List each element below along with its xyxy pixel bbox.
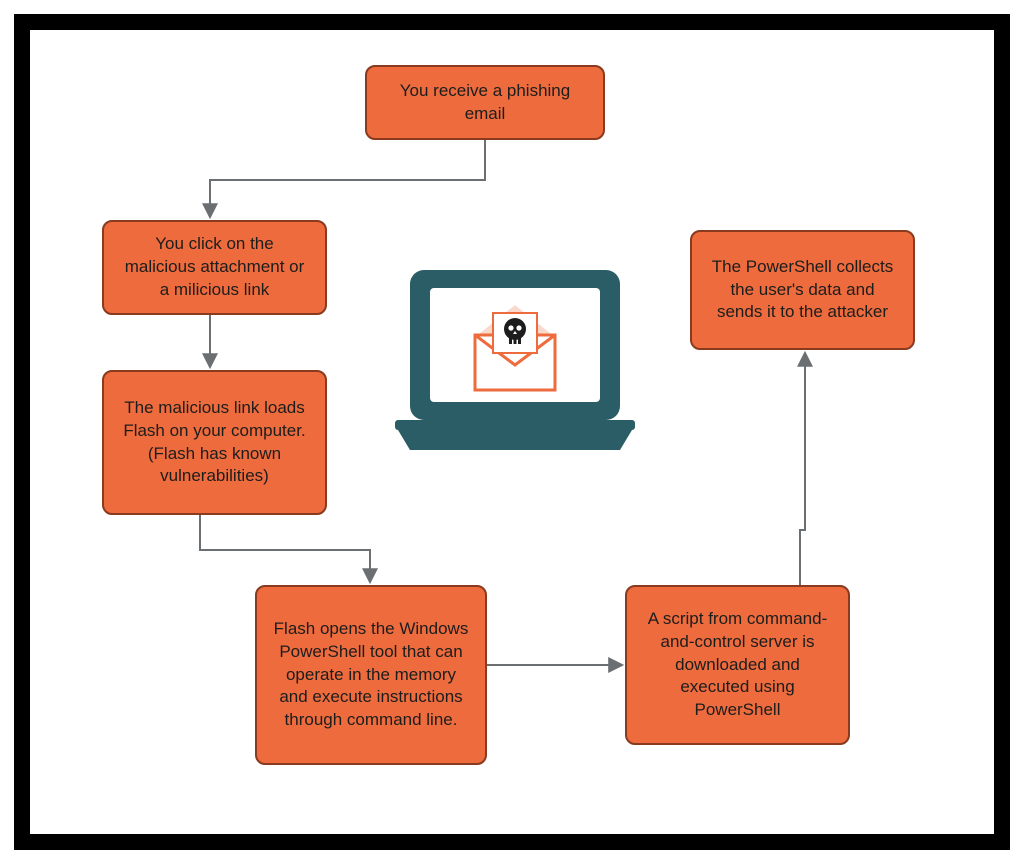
node-label: The PowerShell collects the user's data …	[706, 256, 899, 325]
node-phishing-email: You receive a phishing email	[365, 65, 605, 140]
node-label: You click on the malicious attachment or…	[118, 233, 311, 302]
node-data-exfiltration: The PowerShell collects the user's data …	[690, 230, 915, 350]
node-label: Flash opens the Windows PowerShell tool …	[271, 618, 471, 733]
node-label: You receive a phishing email	[381, 80, 589, 126]
node-label: The malicious link loads Flash on your c…	[118, 397, 311, 489]
diagram-canvas: You receive a phishing email You click o…	[30, 30, 994, 834]
node-powershell-opens: Flash opens the Windows PowerShell tool …	[255, 585, 487, 765]
node-flash-loads: The malicious link loads Flash on your c…	[102, 370, 327, 515]
diagram-frame: You receive a phishing email You click o…	[14, 14, 1010, 850]
node-label: A script from command-and-control server…	[641, 608, 834, 723]
edge-n1-n2	[210, 140, 485, 216]
node-click-attachment: You click on the malicious attachment or…	[102, 220, 327, 315]
node-script-downloaded: A script from command-and-control server…	[625, 585, 850, 745]
edge-n5-n6	[800, 354, 805, 585]
laptop-malware-icon	[375, 260, 655, 480]
edge-n3-n4	[200, 515, 370, 581]
